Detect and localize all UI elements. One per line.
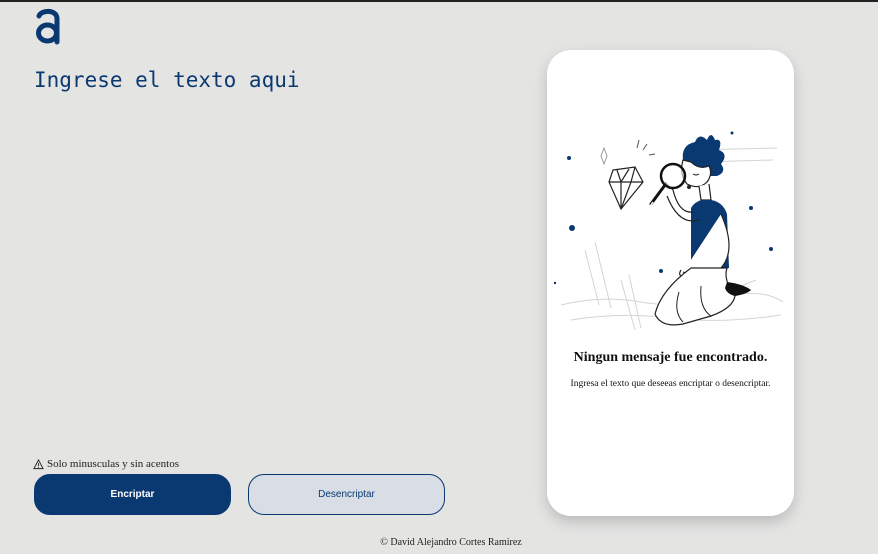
decrypt-button[interactable]: Desencriptar [248, 474, 445, 515]
message-input[interactable] [34, 64, 514, 444]
encrypt-button[interactable]: Encriptar [34, 474, 231, 515]
logo-a-icon[interactable] [34, 6, 62, 46]
output-panel: Ningun mensaje fue encontrado. Ingresa e… [547, 50, 794, 516]
warning-icon [33, 458, 44, 469]
empty-state-title: Ningun mensaje fue encontrado. [573, 350, 768, 365]
decrypt-button-label: Desencriptar [318, 489, 375, 500]
empty-state-subtitle: Ingresa el texto que deseeas encriptar o… [570, 379, 771, 389]
hint-row: Solo minusculas y sin acentos [33, 458, 179, 470]
footer-credit: © David Alejandro Cortes Ramirez [380, 537, 522, 548]
encrypt-button-label: Encriptar [110, 489, 155, 500]
person-with-magnifier-illustration [553, 131, 784, 331]
hint-text: Solo minusculas y sin acentos [47, 458, 179, 470]
